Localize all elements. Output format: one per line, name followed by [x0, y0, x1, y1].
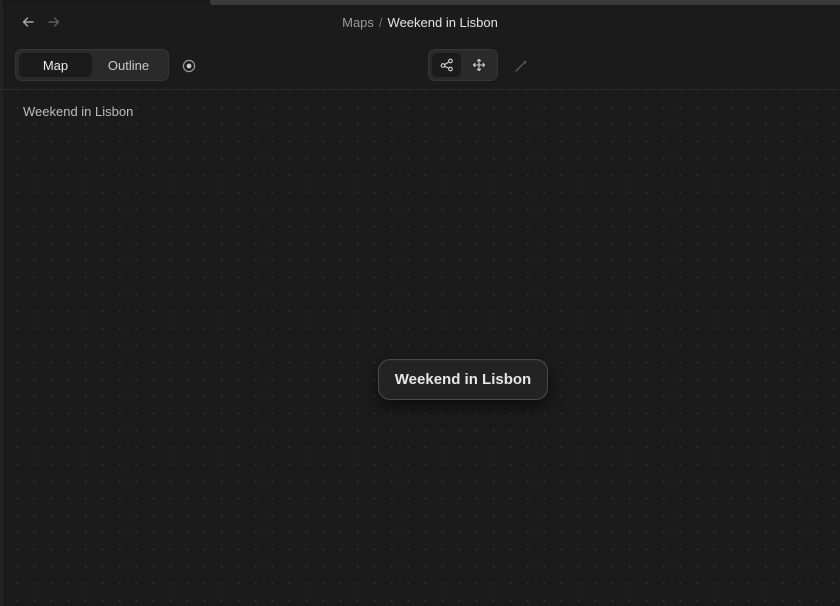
pen-line-icon: [515, 60, 527, 72]
tab-map[interactable]: Map: [19, 53, 92, 77]
app-window: Maps / Weekend in Lisbon Map Outline Wee…: [0, 0, 840, 606]
canvas-mode-group: [428, 49, 498, 81]
breadcrumb: Maps / Weekend in Lisbon: [0, 15, 840, 30]
focus-button[interactable]: [181, 58, 197, 74]
toolbar: Map Outline: [0, 40, 840, 90]
view-switcher: Map Outline: [15, 49, 169, 81]
canvas-title: Weekend in Lisbon: [23, 104, 134, 119]
breadcrumb-separator: /: [378, 15, 383, 30]
tab-strip-edge: [210, 0, 840, 5]
tab-outline[interactable]: Outline: [92, 53, 165, 77]
pan-mode-button[interactable]: [464, 53, 493, 77]
share-nodes-icon: [440, 58, 453, 72]
draw-line-button[interactable]: [512, 57, 530, 75]
connect-mode-button[interactable]: [432, 53, 461, 77]
root-node[interactable]: Weekend in Lisbon: [378, 359, 548, 400]
breadcrumb-parent-link[interactable]: Maps: [342, 15, 374, 30]
mind-map-canvas[interactable]: Weekend in Lisbon Weekend in Lisbon: [3, 91, 840, 606]
breadcrumb-current: Weekend in Lisbon: [387, 15, 498, 30]
move-arrows-icon: [472, 58, 485, 72]
title-bar: Maps / Weekend in Lisbon: [0, 6, 840, 40]
radio-target-icon: [182, 59, 196, 73]
